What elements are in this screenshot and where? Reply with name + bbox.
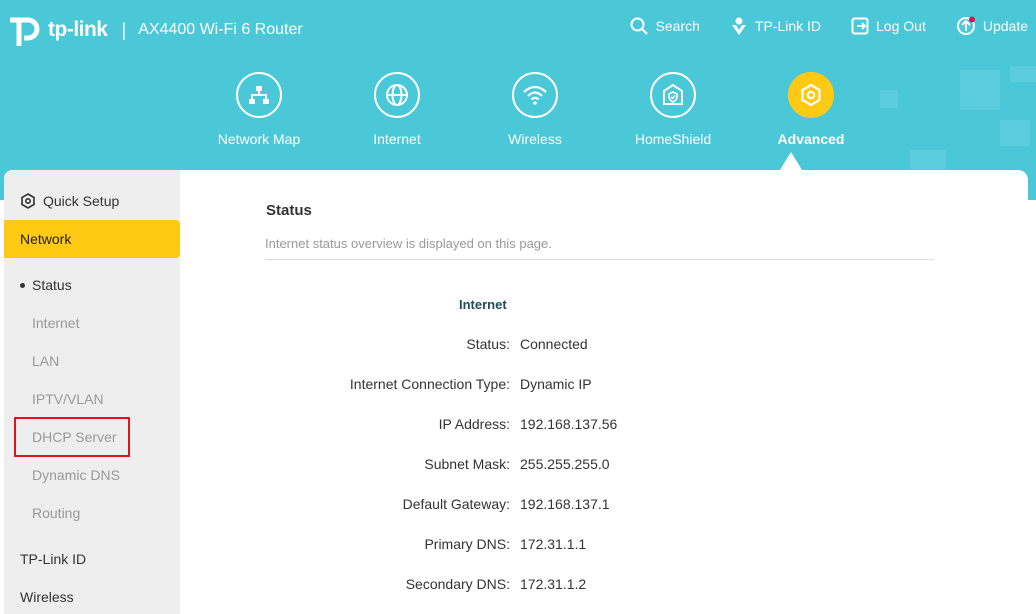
- page-title: Status: [266, 202, 312, 219]
- page-description: Internet status overview is displayed on…: [265, 236, 552, 251]
- decoration: [1000, 120, 1030, 146]
- logout-icon: [851, 17, 869, 35]
- sidebar-item-wireless[interactable]: Wireless: [4, 578, 180, 614]
- logout-label: Log Out: [876, 18, 926, 34]
- info-row-subnet-mask: Subnet Mask: 255.255.255.0: [180, 456, 1028, 476]
- nav-homeshield[interactable]: HomeShield: [604, 72, 742, 147]
- search-icon: [630, 17, 648, 35]
- nav-label: HomeShield: [634, 131, 712, 147]
- tplink-logo-icon: [10, 17, 40, 46]
- info-row-default-gateway: Default Gateway: 192.168.137.1: [180, 496, 1028, 516]
- submenu-item-iptv-vlan[interactable]: IPTV/VLAN: [4, 380, 180, 418]
- info-label: Status:: [466, 336, 510, 352]
- info-value: 255.255.255.0: [520, 456, 610, 472]
- decoration: [1010, 66, 1036, 82]
- info-row-primary-dns: Primary DNS: 172.31.1.1: [180, 536, 1028, 556]
- nav-internet[interactable]: Internet: [328, 72, 466, 147]
- brand-name: tp-link: [48, 18, 108, 41]
- main-nav: Network Map Internet Wireless HomeShield…: [190, 72, 880, 147]
- info-row-secondary-dns: Secondary DNS: 172.31.1.2: [180, 576, 1028, 596]
- logout-button[interactable]: Log Out: [851, 17, 926, 35]
- decoration: [880, 90, 898, 108]
- info-value: Connected: [520, 336, 588, 352]
- brand-separator: |: [121, 19, 127, 40]
- submenu-item-status[interactable]: Status: [4, 266, 180, 304]
- search-button[interactable]: Search: [629, 16, 700, 36]
- top-bar: tp-link | AX4400 Wi-Fi 6 Router Search T…: [0, 0, 1036, 60]
- sidebar: Quick Setup Network Status Internet LAN …: [4, 170, 180, 614]
- globe-icon: [374, 72, 420, 118]
- info-label: Secondary DNS:: [405, 576, 510, 592]
- network-submenu: Status Internet LAN IPTV/VLAN DHCP Serve…: [4, 266, 180, 532]
- main-content: Status Internet status overview is displ…: [180, 170, 1028, 614]
- sidebar-item-tplink-id[interactable]: TP-Link ID: [4, 540, 180, 578]
- active-nav-pointer: [780, 152, 802, 170]
- active-dot: [20, 283, 25, 288]
- info-label: Subnet Mask:: [424, 456, 510, 472]
- info-label: IP Address:: [438, 416, 510, 432]
- nav-wireless[interactable]: Wireless: [466, 72, 604, 147]
- nav-advanced[interactable]: Advanced: [742, 72, 880, 147]
- tplink-id-label: TP-Link ID: [754, 18, 822, 34]
- info-label: Default Gateway:: [402, 496, 510, 512]
- brand: tp-link | AX4400 Wi-Fi 6 Router: [6, 12, 303, 48]
- update-icon: [956, 16, 975, 35]
- submenu-label: Internet: [32, 315, 80, 331]
- quick-setup-icon: [21, 193, 35, 209]
- submenu-label: Dynamic DNS: [32, 467, 120, 483]
- info-label: Primary DNS:: [424, 536, 510, 552]
- nav-label: Internet: [373, 131, 421, 147]
- submenu-item-routing[interactable]: Routing: [4, 494, 180, 532]
- homeshield-icon: [650, 72, 696, 118]
- sidebar-item-network[interactable]: Network: [4, 220, 180, 258]
- divider: [265, 259, 934, 260]
- info-value: Dynamic IP: [520, 376, 592, 392]
- info-value: 192.168.137.1: [520, 496, 610, 512]
- info-label: Internet Connection Type:: [349, 376, 510, 392]
- search-label: Search: [655, 18, 700, 34]
- update-label: Update: [982, 18, 1028, 34]
- sidebar-item-label: Network: [20, 231, 72, 247]
- submenu-label: Routing: [32, 505, 81, 521]
- info-row-ip-address: IP Address: 192.168.137.56: [180, 416, 1028, 436]
- nav-label: Wireless: [508, 131, 562, 147]
- info-value: 172.31.1.2: [520, 576, 587, 592]
- submenu-label: LAN: [32, 353, 60, 369]
- nav-label: Advanced: [777, 131, 845, 147]
- info-row-connection-type: Internet Connection Type: Dynamic IP: [180, 376, 1028, 396]
- submenu-label: Status: [32, 277, 72, 293]
- info-row-status: Status: Connected: [180, 336, 1028, 356]
- info-value: 172.31.1.1: [520, 536, 587, 552]
- sidebar-item-label: TP-Link ID: [20, 551, 87, 567]
- submenu-item-dynamic-dns[interactable]: Dynamic DNS: [4, 456, 180, 494]
- decoration: [960, 70, 1000, 110]
- update-button[interactable]: Update: [956, 16, 1028, 36]
- sidebar-item-label: Wireless: [20, 589, 74, 605]
- top-actions: Search TP-Link ID Log Out Update: [599, 16, 1036, 36]
- tplink-id-button[interactable]: TP-Link ID: [730, 16, 821, 36]
- network-map-icon: [236, 72, 282, 118]
- submenu-item-internet[interactable]: Internet: [4, 304, 180, 342]
- sidebar-item-label: Quick Setup: [43, 193, 120, 209]
- wifi-icon: [512, 72, 558, 118]
- submenu-label: IPTV/VLAN: [32, 391, 104, 407]
- info-value: 192.168.137.56: [520, 416, 618, 432]
- advanced-gear-icon: [788, 72, 834, 118]
- sidebar-item-quick-setup[interactable]: Quick Setup: [4, 182, 180, 220]
- section-heading: Internet: [459, 297, 507, 312]
- annotation-highlight-box: [14, 417, 130, 457]
- router-model: AX4400 Wi-Fi 6 Router: [138, 21, 303, 38]
- nav-label: Network Map: [217, 131, 301, 147]
- tplink-id-icon: [731, 17, 746, 35]
- nav-network-map[interactable]: Network Map: [190, 72, 328, 147]
- decoration: [910, 150, 946, 170]
- submenu-item-lan[interactable]: LAN: [4, 342, 180, 380]
